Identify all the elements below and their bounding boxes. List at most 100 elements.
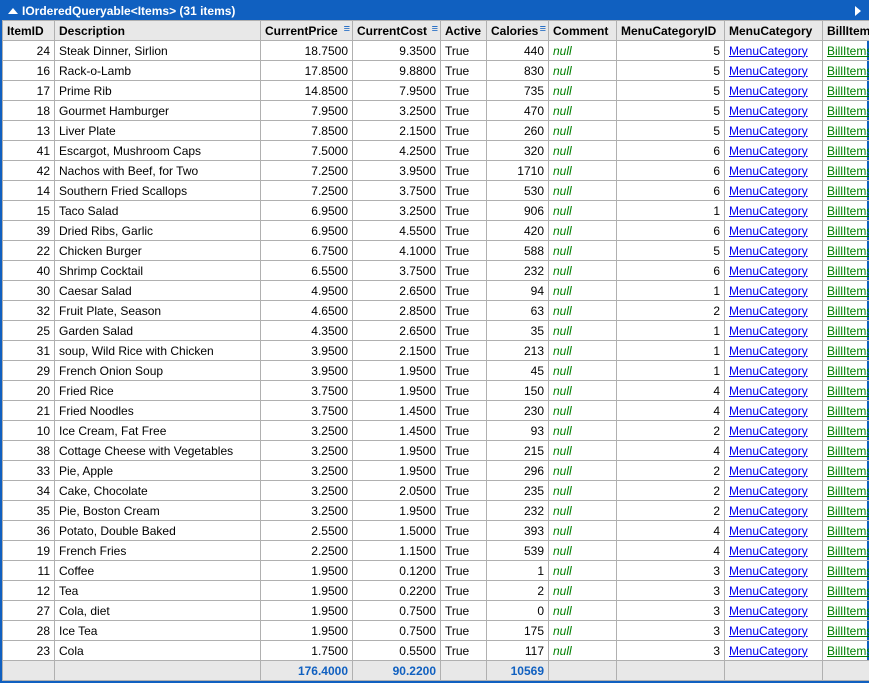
table-row[interactable]: 22Chicken Burger6.75004.1000True588null5… — [3, 241, 869, 261]
cell-menucategory-link[interactable]: MenuCategory — [729, 344, 808, 358]
cell-billitems-link[interactable]: BillItems — [827, 424, 869, 438]
cell-billitems-link[interactable]: BillItems — [827, 244, 869, 258]
cell-menucategory-link[interactable]: MenuCategory — [729, 544, 808, 558]
cell-billitems-link[interactable]: BillItems — [827, 104, 869, 118]
cell-billitems-link[interactable]: BillItems — [827, 204, 869, 218]
cell-billitems-link[interactable]: BillItems — [827, 564, 869, 578]
cell-menucategory-link[interactable]: MenuCategory — [729, 84, 808, 98]
cell-menucategory-link[interactable]: MenuCategory — [729, 284, 808, 298]
cell-menucategory-link[interactable]: MenuCategory — [729, 264, 808, 278]
table-row[interactable]: 35Pie, Boston Cream3.25001.9500True232nu… — [3, 501, 869, 521]
table-row[interactable]: 10Ice Cream, Fat Free3.25001.4500True93n… — [3, 421, 869, 441]
cell-billitems-link[interactable]: BillItems — [827, 364, 869, 378]
cell-menucategory-link[interactable]: MenuCategory — [729, 464, 808, 478]
cell-billitems-link[interactable]: BillItems — [827, 484, 869, 498]
cell-billitems-link[interactable]: BillItems — [827, 184, 869, 198]
cell-menucategory-link[interactable]: MenuCategory — [729, 144, 808, 158]
table-row[interactable]: 14Southern Fried Scallops7.25003.7500Tru… — [3, 181, 869, 201]
column-header-comment[interactable]: Comment — [549, 21, 617, 41]
table-row[interactable]: 27Cola, diet1.95000.7500True0null3MenuCa… — [3, 601, 869, 621]
table-row[interactable]: 30Caesar Salad4.95002.6500True94null1Men… — [3, 281, 869, 301]
table-row[interactable]: 11Coffee1.95000.1200True1null3MenuCatego… — [3, 561, 869, 581]
cell-billitems-link[interactable]: BillItems — [827, 164, 869, 178]
cell-billitems-link[interactable]: BillItems — [827, 524, 869, 538]
table-row[interactable]: 20Fried Rice3.75001.9500True150null4Menu… — [3, 381, 869, 401]
cell-billitems-link[interactable]: BillItems — [827, 624, 869, 638]
cell-billitems-link[interactable]: BillItems — [827, 544, 869, 558]
table-row[interactable]: 23Cola1.75000.5500True117null3MenuCatego… — [3, 641, 869, 661]
table-row[interactable]: 38Cottage Cheese with Vegetables3.25001.… — [3, 441, 869, 461]
table-row[interactable]: 25Garden Salad4.35002.6500True35null1Men… — [3, 321, 869, 341]
table-row[interactable]: 36Potato, Double Baked2.55001.5000True39… — [3, 521, 869, 541]
expand-right-icon[interactable] — [855, 6, 861, 16]
cell-billitems-link[interactable]: BillItems — [827, 304, 869, 318]
cell-billitems-link[interactable]: BillItems — [827, 124, 869, 138]
cell-menucategory-link[interactable]: MenuCategory — [729, 364, 808, 378]
table-row[interactable]: 39Dried Ribs, Garlic6.95004.5500True420n… — [3, 221, 869, 241]
cell-menucategory-link[interactable]: MenuCategory — [729, 384, 808, 398]
cell-menucategory-link[interactable]: MenuCategory — [729, 244, 808, 258]
cell-menucategory-link[interactable]: MenuCategory — [729, 44, 808, 58]
column-header-itemid[interactable]: ItemID — [3, 21, 55, 41]
cell-menucategory-link[interactable]: MenuCategory — [729, 644, 808, 658]
table-row[interactable]: 18Gourmet Hamburger7.95003.2500True470nu… — [3, 101, 869, 121]
cell-billitems-link[interactable]: BillItems — [827, 64, 869, 78]
cell-menucategory-link[interactable]: MenuCategory — [729, 444, 808, 458]
cell-menucategory-link[interactable]: MenuCategory — [729, 204, 808, 218]
column-header-billitems[interactable]: BillItems — [823, 21, 869, 41]
cell-menucategory-link[interactable]: MenuCategory — [729, 164, 808, 178]
table-row[interactable]: 31soup, Wild Rice with Chicken3.95002.15… — [3, 341, 869, 361]
table-row[interactable]: 41Escargot, Mushroom Caps7.50004.2500Tru… — [3, 141, 869, 161]
grid-header-bar[interactable]: IOrderedQueryable<Items> (31 items) — [2, 2, 867, 20]
cell-menucategory-link[interactable]: MenuCategory — [729, 184, 808, 198]
cell-billitems-link[interactable]: BillItems — [827, 384, 869, 398]
cell-menucategory-link[interactable]: MenuCategory — [729, 64, 808, 78]
cell-menucategory-link[interactable]: MenuCategory — [729, 584, 808, 598]
cell-menucategory-link[interactable]: MenuCategory — [729, 504, 808, 518]
table-row[interactable]: 28Ice Tea1.95000.7500True175null3MenuCat… — [3, 621, 869, 641]
table-row[interactable]: 16Rack-o-Lamb17.85009.8800True830null5Me… — [3, 61, 869, 81]
cell-billitems-link[interactable]: BillItems — [827, 584, 869, 598]
column-header-calories[interactable]: Calories≡ — [487, 21, 549, 41]
table-row[interactable]: 24Steak Dinner, Sirlion18.75009.3500True… — [3, 41, 869, 61]
cell-menucategory-link[interactable]: MenuCategory — [729, 404, 808, 418]
cell-billitems-link[interactable]: BillItems — [827, 464, 869, 478]
cell-menucategory-link[interactable]: MenuCategory — [729, 604, 808, 618]
cell-menucategory-link[interactable]: MenuCategory — [729, 324, 808, 338]
cell-billitems-link[interactable]: BillItems — [827, 604, 869, 618]
cell-menucategory-link[interactable]: MenuCategory — [729, 104, 808, 118]
column-header-menucategoryid[interactable]: MenuCategoryID — [617, 21, 725, 41]
cell-menucategory-link[interactable]: MenuCategory — [729, 304, 808, 318]
table-row[interactable]: 17Prime Rib14.85007.9500True735null5Menu… — [3, 81, 869, 101]
cell-billitems-link[interactable]: BillItems — [827, 324, 869, 338]
cell-billitems-link[interactable]: BillItems — [827, 84, 869, 98]
table-row[interactable]: 34Cake, Chocolate3.25002.0500True235null… — [3, 481, 869, 501]
cell-menucategory-link[interactable]: MenuCategory — [729, 424, 808, 438]
cell-billitems-link[interactable]: BillItems — [827, 644, 869, 658]
table-row[interactable]: 40Shrimp Cocktail6.55003.7500True232null… — [3, 261, 869, 281]
table-row[interactable]: 29French Onion Soup3.95001.9500True45nul… — [3, 361, 869, 381]
table-row[interactable]: 19French Fries2.25001.1500True539null4Me… — [3, 541, 869, 561]
cell-menucategory-link[interactable]: MenuCategory — [729, 564, 808, 578]
cell-menucategory-link[interactable]: MenuCategory — [729, 124, 808, 138]
cell-menucategory-link[interactable]: MenuCategory — [729, 484, 808, 498]
cell-billitems-link[interactable]: BillItems — [827, 284, 869, 298]
column-header-description[interactable]: Description — [55, 21, 261, 41]
table-row[interactable]: 12Tea1.95000.2200True2null3MenuCategoryB… — [3, 581, 869, 601]
cell-billitems-link[interactable]: BillItems — [827, 264, 869, 278]
column-header-currentprice[interactable]: CurrentPrice≡ — [261, 21, 353, 41]
table-row[interactable]: 33Pie, Apple3.25001.9500True296null2Menu… — [3, 461, 869, 481]
cell-billitems-link[interactable]: BillItems — [827, 404, 869, 418]
cell-billitems-link[interactable]: BillItems — [827, 344, 869, 358]
cell-billitems-link[interactable]: BillItems — [827, 444, 869, 458]
column-header-active[interactable]: Active — [441, 21, 487, 41]
column-header-currentcost[interactable]: CurrentCost≡ — [353, 21, 441, 41]
cell-billitems-link[interactable]: BillItems — [827, 44, 869, 58]
cell-menucategory-link[interactable]: MenuCategory — [729, 624, 808, 638]
cell-menucategory-link[interactable]: MenuCategory — [729, 224, 808, 238]
cell-billitems-link[interactable]: BillItems — [827, 224, 869, 238]
collapse-icon[interactable] — [8, 8, 18, 14]
cell-menucategory-link[interactable]: MenuCategory — [729, 524, 808, 538]
table-row[interactable]: 13Liver Plate7.85002.1500True260null5Men… — [3, 121, 869, 141]
table-row[interactable]: 42Nachos with Beef, for Two7.25003.9500T… — [3, 161, 869, 181]
